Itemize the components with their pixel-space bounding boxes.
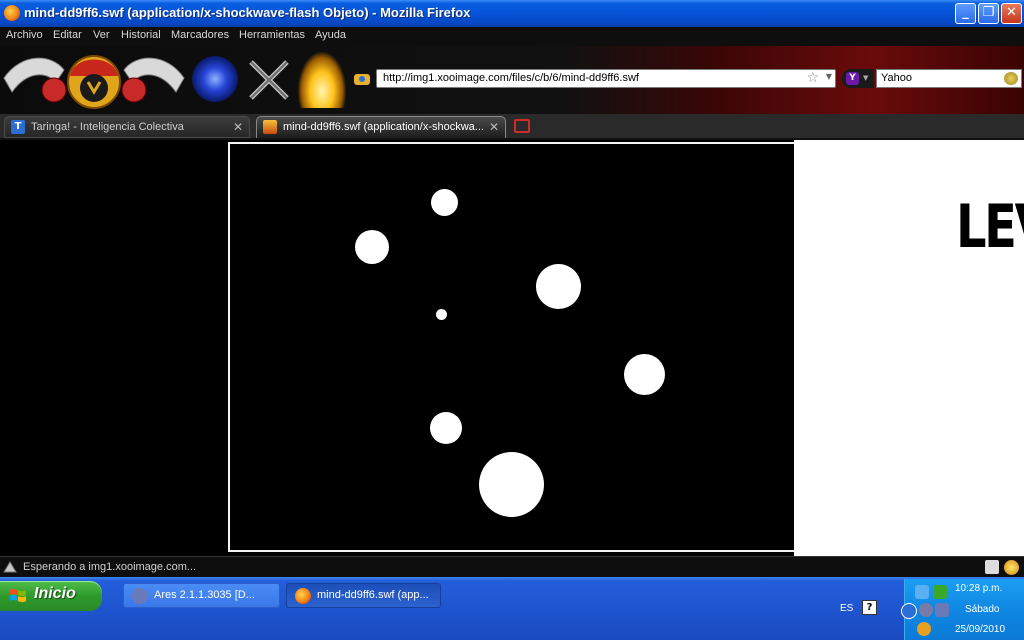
menu-editar[interactable]: Editar (53, 29, 82, 41)
menu-ayuda[interactable]: Ayuda (315, 29, 346, 41)
url-dropdown-icon[interactable]: ▼ (826, 72, 832, 81)
theme-orb-icon[interactable] (192, 56, 238, 102)
help-icon[interactable]: ? (862, 600, 877, 615)
task-label: Ares 2.1.1.3035 [D... (154, 589, 255, 601)
firefox-icon (295, 588, 311, 604)
status-bar: Esperando a img1.xooimage.com... (0, 556, 1024, 578)
url-input[interactable]: http://img1.xooimage.com/files/c/b/6/min… (383, 72, 639, 84)
status-text: Esperando a img1.xooimage.com... (23, 561, 197, 573)
smiley-icon[interactable] (1004, 560, 1019, 575)
white-dot (355, 230, 389, 264)
side-banner-text: LEV (956, 192, 1024, 262)
taskbar: Inicio Ares 2.1.1.3035 [D... mind-dd9ff6… (0, 577, 1024, 640)
tab-close-icon[interactable]: ✕ (233, 120, 243, 134)
white-dot (436, 309, 447, 320)
white-dot (430, 412, 462, 444)
network-icon[interactable] (915, 585, 929, 599)
flash-movie[interactable] (228, 142, 794, 552)
menu-archivo[interactable]: Archivo (6, 29, 43, 41)
yahoo-icon: Y (846, 72, 859, 85)
firefox-icon (4, 5, 20, 21)
page-content: LEV (0, 140, 1024, 556)
start-button[interactable]: Inicio (0, 581, 102, 611)
task-label: mind-dd9ff6.swf (app... (317, 589, 429, 601)
theme-skull-icon[interactable] (2, 48, 186, 110)
window-title: mind-dd9ff6.swf (application/x-shockwave… (24, 5, 471, 20)
title-bar: mind-dd9ff6.swf (application/x-shockwave… (0, 0, 1024, 27)
search-dropdown-icon: ▼ (863, 74, 869, 82)
taskbar-item-firefox[interactable]: mind-dd9ff6.swf (app... (286, 583, 441, 608)
system-tray: 10:28 p.m. Sábado 25/09/2010 (901, 579, 1024, 640)
clock-day: Sábado (965, 604, 1000, 615)
ares-icon (132, 588, 148, 604)
white-dot (624, 354, 665, 395)
new-tab-icon[interactable] (514, 119, 530, 133)
maximize-button[interactable]: ❐ (978, 3, 999, 24)
white-dot (536, 264, 581, 309)
search-engine-selector[interactable]: Y ▼ (842, 69, 874, 88)
tab-bar: T Taringa! - Inteligencia Colectiva ✕ mi… (0, 114, 1024, 140)
clock-time[interactable]: 10:28 p.m. (955, 583, 1002, 594)
clock-date: 25/09/2010 (955, 624, 1006, 635)
windows-logo-icon (10, 588, 26, 603)
menu-bar: Archivo Editar Ver Historial Marcadores … (0, 27, 1024, 46)
volume-icon[interactable] (919, 603, 933, 617)
tab-label: mind-dd9ff6.swf (application/x-shockwa..… (283, 121, 484, 133)
white-dot (479, 452, 544, 517)
chevron-left-icon[interactable] (901, 603, 917, 619)
menu-ver[interactable]: Ver (93, 29, 110, 41)
taringa-icon: T (11, 120, 25, 134)
url-bar[interactable]: http://img1.xooimage.com/files/c/b/6/min… (376, 69, 836, 88)
tray-app-icon[interactable] (917, 622, 931, 636)
menu-herramientas[interactable]: Herramientas (239, 29, 305, 41)
menu-historial[interactable]: Historial (121, 29, 161, 41)
minimize-button[interactable]: _ (955, 3, 976, 24)
search-box[interactable]: Yahoo (876, 69, 1022, 88)
white-dot (431, 189, 458, 216)
search-input[interactable]: Yahoo (881, 72, 912, 84)
loading-icon (3, 561, 17, 573)
tab-close-icon[interactable]: ✕ (489, 120, 499, 134)
bookmark-star-icon[interactable]: ☆ (806, 70, 819, 86)
flash-file-icon (263, 120, 277, 134)
tab-mind-swf[interactable]: mind-dd9ff6.swf (application/x-shockwa..… (256, 116, 506, 138)
taskbar-item-ares[interactable]: Ares 2.1.1.3035 [D... (123, 583, 280, 608)
tab-taringa[interactable]: T Taringa! - Inteligencia Colectiva ✕ (4, 116, 250, 138)
language-indicator[interactable]: ES (840, 603, 853, 614)
light-beam-icon[interactable] (298, 52, 346, 108)
start-label: Inicio (34, 585, 76, 602)
close-button[interactable]: ✕ (1001, 3, 1022, 24)
ares-tray-icon[interactable] (935, 603, 949, 617)
addon-icon[interactable] (985, 560, 999, 574)
crossed-swords-icon[interactable] (245, 56, 293, 104)
tab-label: Taringa! - Inteligencia Colectiva (31, 121, 184, 133)
menu-marcadores[interactable]: Marcadores (171, 29, 229, 41)
site-identity-icon[interactable] (352, 72, 372, 90)
search-go-icon[interactable] (1004, 72, 1018, 85)
security-check-icon[interactable] (933, 585, 947, 599)
